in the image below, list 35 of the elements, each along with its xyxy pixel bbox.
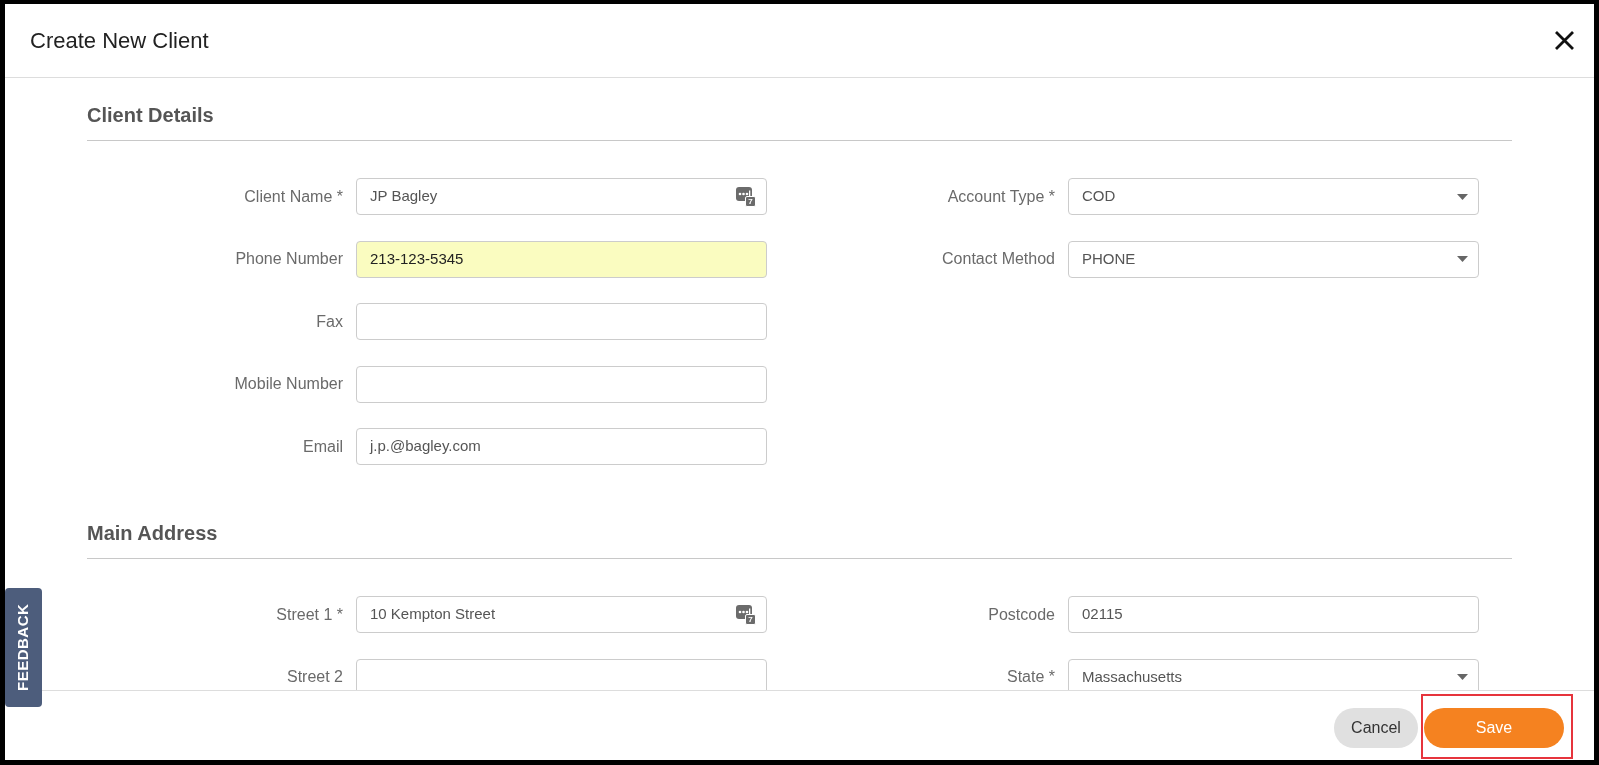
input-field[interactable] [356, 365, 767, 403]
input-field[interactable]: 02115 [1068, 596, 1479, 633]
input-field[interactable] [356, 658, 767, 690]
caret-down-icon [1457, 674, 1468, 680]
close-icon[interactable] [1554, 30, 1575, 51]
field-label: Mobile Number [234, 374, 343, 394]
count-badge: 7 [745, 613, 756, 625]
field-label: State * [1006, 667, 1055, 687]
field-label: Street 1 * [276, 604, 343, 625]
feedback-tab[interactable]: FEEDBACK [5, 588, 42, 707]
count-badge: 7 [745, 195, 756, 207]
dialog-title: Create New Client [30, 27, 209, 55]
input-field[interactable]: 10 Kempton Street 7 [356, 596, 767, 633]
field-label: Fax [316, 311, 343, 332]
field-label: Street 2 [286, 667, 343, 687]
field-label: Client Name * [244, 186, 343, 207]
section-heading: Client Details [87, 103, 214, 128]
field-label: Email [303, 436, 343, 457]
input-field[interactable]: JP Bagley 7 [356, 178, 767, 215]
section-heading: Main Address [87, 521, 218, 546]
input-field[interactable]: 213-123-5345 [356, 240, 767, 278]
dropdown-field[interactable]: PHONE [1068, 240, 1479, 278]
field-label: Postcode [988, 604, 1055, 625]
caret-down-icon [1457, 193, 1468, 200]
cancel-button[interactable]: Cancel [1334, 707, 1418, 748]
dropdown-field[interactable]: COD [1068, 178, 1479, 215]
input-field[interactable] [356, 303, 767, 340]
dots-icon[interactable] [736, 186, 752, 201]
caret-down-icon [1457, 256, 1468, 262]
dropdown-field[interactable]: Massachusetts [1068, 658, 1479, 690]
input-field[interactable]: j.p.@bagley.com [356, 428, 767, 465]
field-label: Contact Method [942, 249, 1055, 269]
field-label: Phone Number [235, 249, 343, 269]
field-label: Account Type * [947, 186, 1055, 207]
dots-icon[interactable] [736, 604, 752, 619]
